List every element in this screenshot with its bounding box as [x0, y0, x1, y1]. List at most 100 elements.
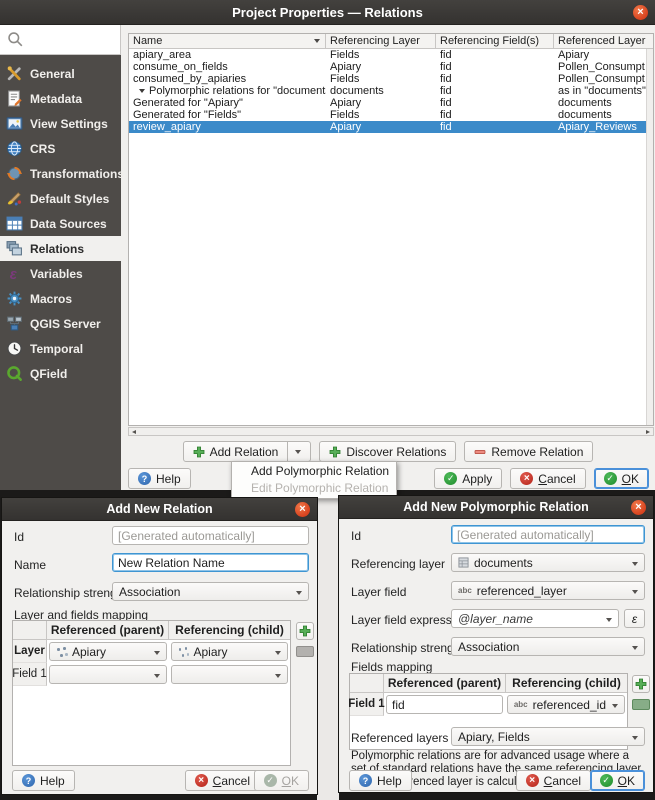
referenced-layer-select[interactable]: Apiary	[49, 642, 167, 661]
referencing-layer-select[interactable]: Apiary	[171, 642, 289, 661]
project-dialog-titlebar[interactable]: Project Properties — Relations ×	[0, 0, 655, 25]
sidebar-item-temporal[interactable]: Temporal	[0, 336, 121, 361]
add-polymorphic-dialog-title: Add New Polymorphic Relation	[403, 500, 588, 514]
remove-relation-button[interactable]: Remove Relation	[464, 441, 593, 462]
help-button[interactable]: ? Help	[128, 468, 191, 489]
cancel-button[interactable]: × Cancel	[510, 468, 585, 489]
table-row[interactable]: consumed_by_apiaries Fields fid Pollen_C…	[129, 73, 653, 85]
referenced-layers-label: Referenced layers	[351, 731, 448, 745]
add-relation-button[interactable]: Add Relation	[183, 441, 312, 462]
table-row[interactable]: consume_on_fields Apiary fid Pollen_Cons…	[129, 61, 653, 73]
chevron-down-icon[interactable]	[295, 450, 301, 454]
column-header-name[interactable]: Name	[129, 34, 326, 48]
macros-icon	[6, 290, 23, 307]
sidebar-item-default-styles[interactable]: Default Styles	[0, 186, 121, 211]
referencing-layer-select[interactable]: documents	[451, 553, 645, 572]
data-sources-icon	[6, 215, 23, 232]
sidebar-item-qgis-server[interactable]: QGIS Server	[0, 311, 121, 336]
vertical-scrollbar[interactable]	[646, 49, 653, 425]
column-header-referencing-layer[interactable]: Referencing Layer	[326, 34, 436, 48]
help-icon: ?	[22, 774, 35, 787]
sidebar-item-data-sources[interactable]: Data Sources	[0, 211, 121, 236]
sidebar-item-transformations[interactable]: Transformations	[0, 161, 121, 186]
relationship-strength-select[interactable]: Association	[112, 582, 309, 601]
close-icon[interactable]: ×	[295, 502, 310, 517]
column-header-referencing-child: Referencing (child)	[506, 674, 627, 692]
layer-field-expression-input[interactable]: @layer_name	[451, 609, 619, 628]
relation-id-input[interactable]	[451, 525, 645, 544]
add-relation-dialog-titlebar[interactable]: Add New Relation ×	[2, 498, 317, 521]
table-row-selected[interactable]: review_apiary Apiary fid Apiary_Reviews	[129, 121, 653, 133]
help-button[interactable]: ? Help	[12, 770, 75, 791]
variables-icon: ε	[6, 265, 23, 282]
ok-button[interactable]: ✓ OK	[590, 770, 645, 791]
close-icon[interactable]: ×	[631, 500, 646, 515]
apply-button[interactable]: ✓ Apply	[434, 468, 502, 489]
referencing-layer-label: Referencing layer	[351, 557, 445, 571]
cancel-button[interactable]: × Cancel	[185, 770, 260, 791]
table-row[interactable]: apiary_area Fields fid Apiary	[129, 49, 653, 61]
epsilon-icon: ε	[632, 612, 637, 626]
metadata-icon	[6, 90, 23, 107]
view-settings-icon	[6, 115, 23, 132]
add-new-relation-dialog: Add New Relation × Id Name Relationship …	[1, 497, 318, 795]
add-field-button[interactable]	[296, 622, 314, 640]
sidebar-item-metadata[interactable]: Metadata	[0, 86, 121, 111]
relations-table-header: Name Referencing Layer Referencing Field…	[129, 34, 653, 49]
transformations-icon	[6, 165, 23, 182]
relationship-strength-label: Relationship strength	[351, 641, 464, 655]
chevron-down-icon	[632, 646, 638, 650]
expander-icon[interactable]	[139, 89, 145, 93]
check-icon: ✓	[264, 774, 277, 787]
add-field-button[interactable]	[632, 675, 650, 693]
add-polymorphic-dialog-titlebar[interactable]: Add New Polymorphic Relation ×	[339, 496, 653, 519]
add-relation-dialog-title: Add New Relation	[106, 502, 212, 516]
relationship-strength-select[interactable]: Association	[451, 637, 645, 656]
referencing-field-select[interactable]	[171, 665, 289, 684]
id-label: Id	[14, 530, 24, 544]
scroll-left-icon[interactable]	[132, 430, 136, 434]
column-header-referencing-fields[interactable]: Referencing Field(s)	[436, 34, 554, 48]
sidebar-item-crs[interactable]: CRS	[0, 136, 121, 161]
table-row-group[interactable]: Polymorphic relations for "documents" do…	[129, 85, 653, 97]
table-row[interactable]: Generated for "Apiary" Apiary fid docume…	[129, 97, 653, 109]
discover-relations-button[interactable]: Discover Relations	[319, 441, 456, 462]
help-icon: ?	[138, 472, 151, 485]
remove-field-button[interactable]	[632, 699, 650, 710]
table-row[interactable]: Generated for "Fields" Fields fid docume…	[129, 109, 653, 121]
sidebar-item-view-settings[interactable]: View Settings	[0, 111, 121, 136]
remove-field-button[interactable]	[296, 646, 314, 657]
expression-builder-button[interactable]: ε	[624, 609, 645, 628]
name-label: Name	[14, 558, 46, 572]
close-icon[interactable]: ×	[633, 5, 648, 20]
settings-search-input[interactable]	[0, 25, 121, 55]
sidebar-item-macros[interactable]: Macros	[0, 286, 121, 311]
sort-indicator-icon	[314, 39, 320, 43]
project-properties-dialog: Project Properties — Relations × General…	[0, 0, 655, 490]
screen: Project Properties — Relations × General…	[0, 0, 655, 800]
column-header-referenced-parent: Referenced (parent)	[384, 674, 506, 692]
horizontal-scrollbar[interactable]	[128, 427, 654, 436]
sidebar-item-variables[interactable]: ε Variables	[0, 261, 121, 286]
ok-button[interactable]: ✓ OK	[594, 468, 649, 489]
menu-item-add-polymorphic-relation[interactable]: Add Polymorphic Relation	[232, 463, 396, 480]
referenced-layers-select[interactable]: Apiary, Fields	[451, 727, 645, 746]
crs-icon	[6, 140, 23, 157]
cancel-button[interactable]: × Cancel	[516, 770, 591, 791]
scroll-right-icon[interactable]	[646, 430, 650, 434]
fields-mapping-label: Fields mapping	[351, 660, 432, 674]
plus-icon	[299, 625, 311, 637]
layer-field-select[interactable]: abc referenced_layer	[451, 581, 645, 600]
relation-name-input[interactable]	[112, 553, 309, 572]
text-field-icon: abc	[458, 586, 472, 595]
project-dialog-title: Project Properties — Relations	[232, 5, 423, 20]
relation-id-input[interactable]	[112, 526, 309, 545]
referencing-field-select[interactable]: abc referenced_id	[507, 695, 625, 714]
column-header-referenced-layer[interactable]: Referenced Layer	[554, 34, 653, 48]
sidebar-item-qfield[interactable]: QField	[0, 361, 121, 386]
help-button[interactable]: ? Help	[349, 770, 412, 791]
sidebar-item-relations[interactable]: Relations	[0, 236, 121, 261]
referenced-field-input[interactable]	[386, 695, 503, 714]
referenced-field-select[interactable]	[49, 665, 167, 684]
sidebar-item-general[interactable]: General	[0, 61, 121, 86]
